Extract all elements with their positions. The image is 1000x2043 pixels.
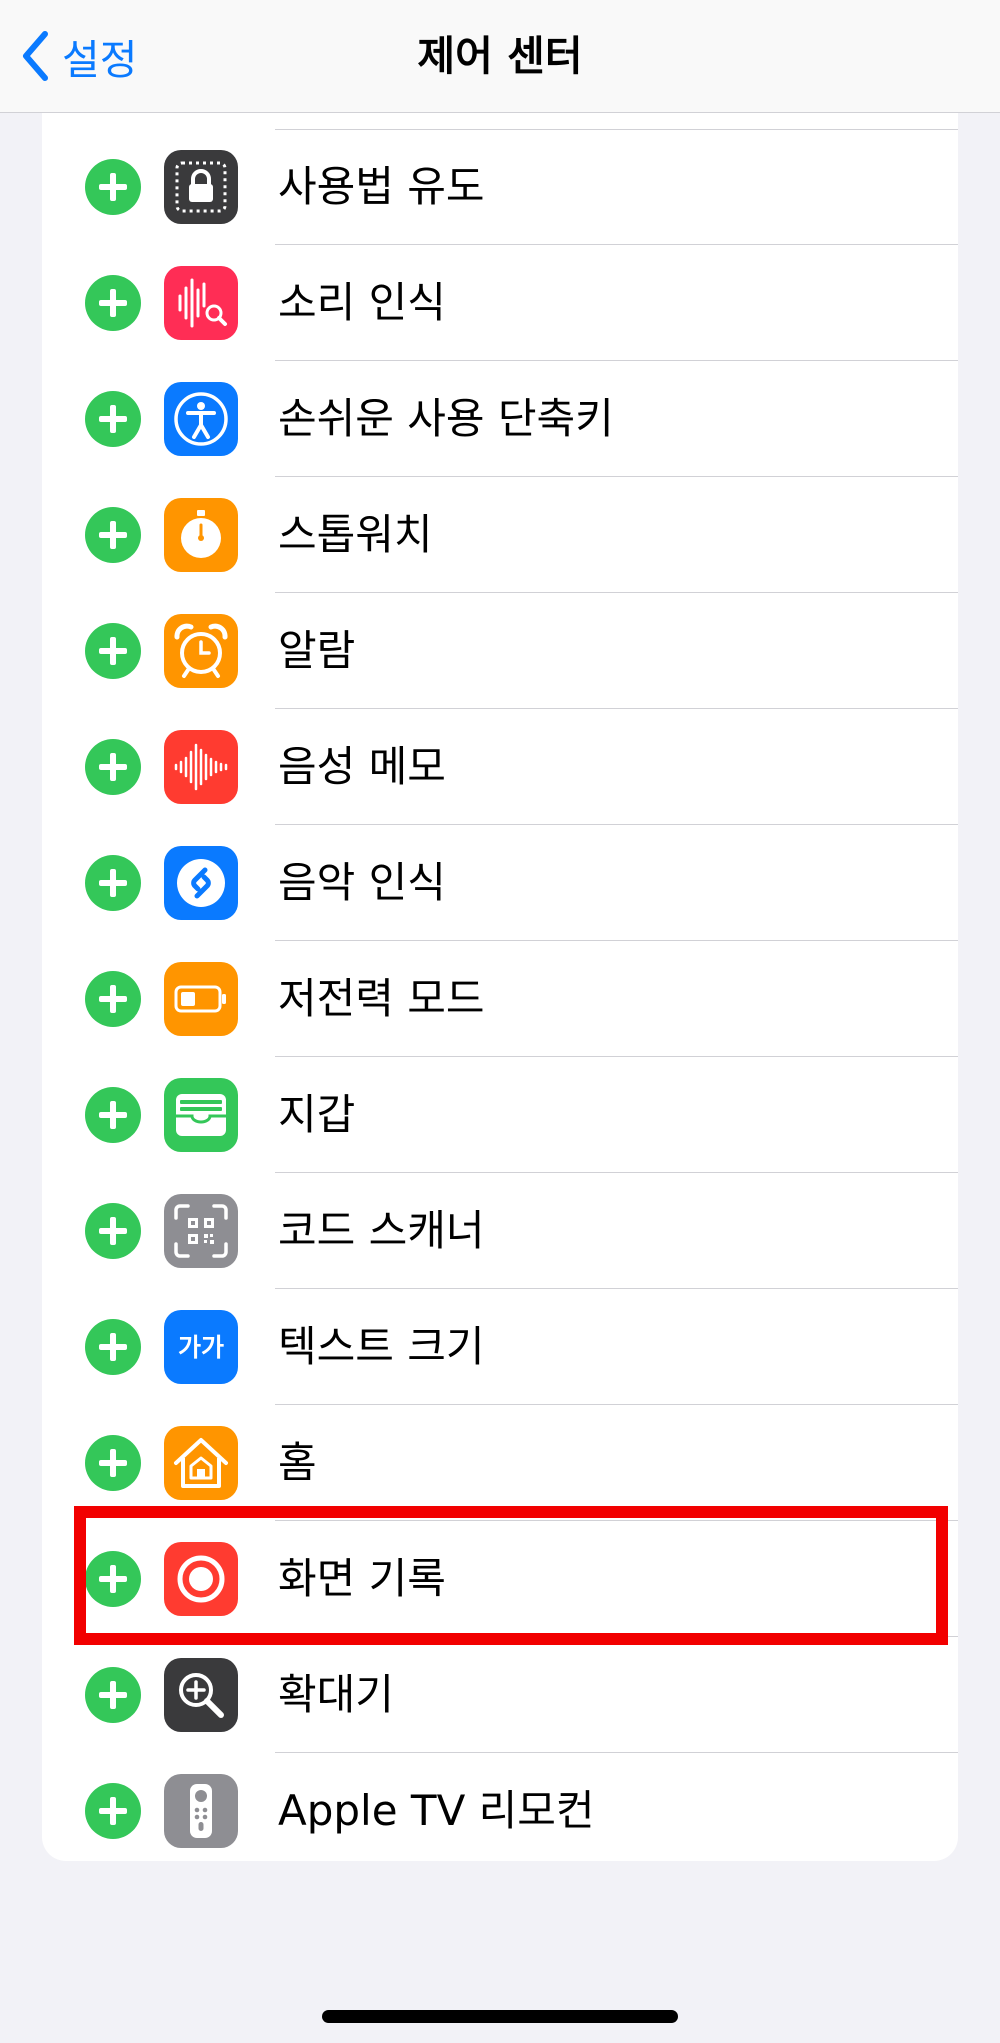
shazam-icon (164, 846, 238, 920)
magnifier-icon (164, 1658, 238, 1732)
list-item-text-size: 가가 텍스트 크기 (42, 1289, 958, 1405)
list-item-music-recognition: 음악 인식 (42, 825, 958, 941)
list-item-label: 지갑 (278, 1090, 356, 1139)
list-item-code-scanner: 코드 스캐너 (42, 1173, 958, 1289)
add-control-button[interactable] (85, 1319, 141, 1375)
list-item-alarm: 알람 (42, 593, 958, 709)
accessibility-icon (164, 382, 238, 456)
sound-recognition-icon (164, 266, 238, 340)
list-item-label: 화면 기록 (278, 1554, 446, 1603)
battery-icon (164, 962, 238, 1036)
screen-recording-icon (164, 1542, 238, 1616)
add-control-button[interactable] (85, 1551, 141, 1607)
list-item-label: 홈 (278, 1438, 317, 1487)
text-size-icon-glyph: 가가 (178, 1333, 224, 1362)
alarm-clock-icon (164, 614, 238, 688)
list-item-voice-memo: 음성 메모 (42, 709, 958, 825)
list-item-label: 음악 인식 (278, 858, 446, 907)
list-item-apple-tv-remote: Apple TV 리모컨 (42, 1753, 958, 1861)
add-control-button[interactable] (85, 739, 141, 795)
list-item-sound-recognition: 소리 인식 (42, 245, 958, 361)
list-item-label: 알람 (278, 626, 356, 675)
add-control-button[interactable] (85, 1435, 141, 1491)
guided-access-lock-icon (164, 150, 238, 224)
add-control-button[interactable] (85, 623, 141, 679)
list-item-label: 사용법 유도 (278, 162, 485, 211)
home-indicator[interactable] (322, 2010, 678, 2023)
navigation-bar: 설정 제어 센터 (0, 0, 1000, 113)
list-item-guided-access: 사용법 유도 (42, 129, 958, 245)
list-item-label: 음성 메모 (278, 742, 446, 791)
list-item-magnifier: 확대기 (42, 1637, 958, 1753)
add-control-button[interactable] (85, 391, 141, 447)
list-item-wallet: 지갑 (42, 1057, 958, 1173)
list-item-accessibility-shortcut: 손쉬운 사용 단축키 (42, 361, 958, 477)
list-item-label: 소리 인식 (278, 278, 446, 327)
list-item-label: 스톱워치 (278, 510, 433, 559)
stopwatch-icon (164, 498, 238, 572)
list-item-label: 저전력 모드 (278, 974, 485, 1023)
list-item-label: 코드 스캐너 (278, 1206, 485, 1255)
add-control-button[interactable] (85, 275, 141, 331)
add-control-button[interactable] (85, 1783, 141, 1839)
add-control-button[interactable] (85, 159, 141, 215)
add-control-button[interactable] (85, 1087, 141, 1143)
wallet-icon (164, 1078, 238, 1152)
apple-tv-remote-icon (164, 1774, 238, 1848)
text-size-icon: 가가 (164, 1310, 238, 1384)
list-item-label: Apple TV 리모컨 (278, 1786, 595, 1835)
list-item-screen-recording: 화면 기록 (42, 1521, 958, 1637)
list-item-stopwatch: 스톱워치 (42, 477, 958, 593)
list-item-label: 손쉬운 사용 단축키 (278, 394, 614, 443)
add-control-button[interactable] (85, 1203, 141, 1259)
add-control-button[interactable] (85, 1667, 141, 1723)
add-control-button[interactable] (85, 855, 141, 911)
list-item-label: 텍스트 크기 (278, 1322, 485, 1371)
home-icon (164, 1426, 238, 1500)
list-item-low-power-mode: 저전력 모드 (42, 941, 958, 1057)
add-control-button[interactable] (85, 507, 141, 563)
more-controls-list: 사용법 유도 소리 인식 손쉬운 사용 단축키 스톱워치 알람 음성 메모 음악… (42, 113, 958, 1861)
page-title: 제어 센터 (417, 32, 583, 80)
voice-memo-waveform-icon (164, 730, 238, 804)
list-item-label: 확대기 (278, 1670, 394, 1719)
qr-code-scanner-icon (164, 1194, 238, 1268)
list-item-home: 홈 (42, 1405, 958, 1521)
add-control-button[interactable] (85, 971, 141, 1027)
